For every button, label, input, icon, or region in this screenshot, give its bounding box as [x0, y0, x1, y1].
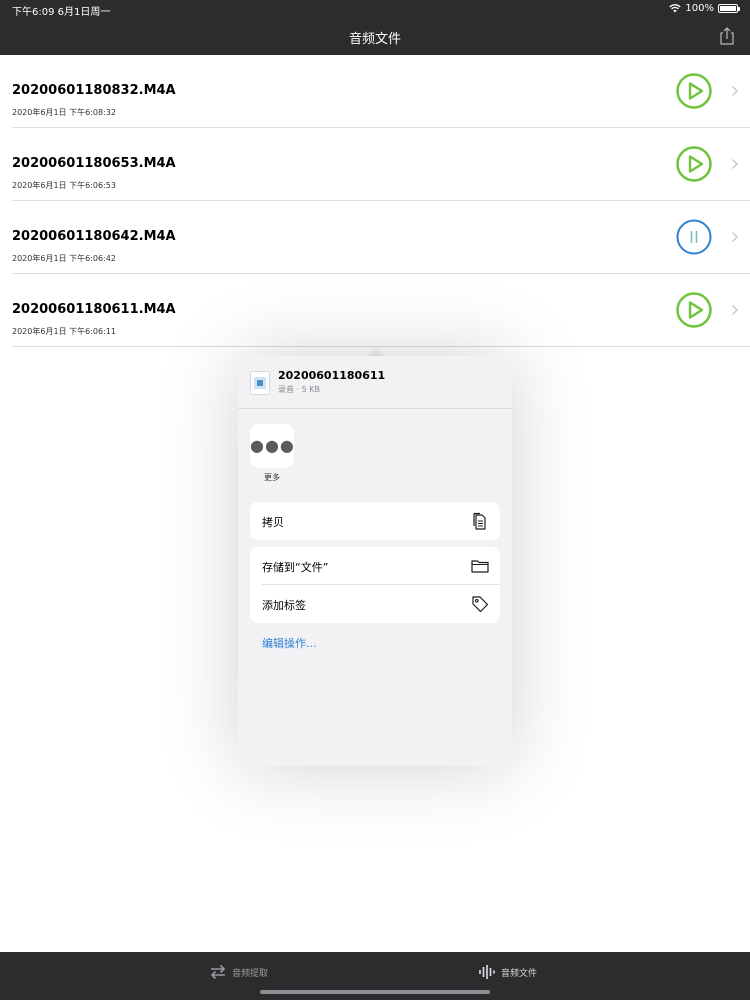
file-row[interactable]: 20200601180653.M4A 2020年6月1日 下午6:06:53: [0, 128, 750, 201]
more-button[interactable]: ●●●: [250, 424, 294, 468]
tab-audio-extract[interactable]: 音频提取: [209, 964, 268, 980]
file-date: 2020年6月1日 下午6:06:11: [12, 327, 116, 336]
pause-icon[interactable]: [676, 219, 712, 255]
home-indicator: [260, 990, 490, 994]
file-name: 20200601180611.M4A: [12, 302, 176, 317]
copy-action[interactable]: 拷贝: [250, 502, 500, 540]
copy-icon: [473, 512, 486, 530]
file-row[interactable]: 20200601180832.M4A 2020年6月1日 下午6:08:32: [0, 55, 750, 128]
more-label: 更多: [264, 473, 280, 482]
share-icon[interactable]: [718, 26, 736, 46]
action-label: 拷贝: [262, 516, 284, 529]
play-icon[interactable]: [676, 146, 712, 182]
shared-file-meta: 录音 · 5 KB: [278, 385, 320, 394]
folder-icon: [471, 560, 489, 573]
file-row[interactable]: 20200601180642.M4A 2020年6月1日 下午6:06:42: [0, 201, 750, 274]
chevron-right-icon: [732, 232, 738, 242]
status-time-date: 下午6:09 6月1日周一: [12, 7, 111, 18]
share-sheet-header: 20200601180611 录音 · 5 KB: [238, 356, 512, 409]
action-label: 存储到“文件”: [262, 561, 329, 574]
audio-file-list: 20200601180832.M4A 2020年6月1日 下午6:08:32 2…: [0, 55, 750, 347]
tab-label: 音频文件: [501, 968, 538, 979]
wifi-icon: [669, 4, 682, 13]
page-title: 音频文件: [348, 32, 401, 47]
chevron-right-icon: [732, 86, 738, 96]
more-icon: ●●●: [250, 436, 295, 455]
save-to-files-action[interactable]: 存储到“文件”: [250, 547, 500, 585]
audio-file-icon: [250, 371, 270, 395]
file-date: 2020年6月1日 下午6:06:42: [12, 254, 116, 263]
arrows-swap-icon: [210, 964, 226, 980]
play-icon[interactable]: [676, 73, 712, 109]
tag-icon: [472, 596, 489, 613]
file-date: 2020年6月1日 下午6:08:32: [12, 108, 116, 117]
action-group-copy: 拷贝: [250, 502, 500, 540]
play-icon[interactable]: [676, 292, 712, 328]
shared-file-name: 20200601180611: [278, 369, 386, 382]
action-group-files: 存储到“文件” 添加标签: [250, 547, 500, 623]
tab-audio-files[interactable]: 音频文件: [478, 964, 537, 980]
file-name: 20200601180832.M4A: [12, 83, 176, 98]
add-tag-action[interactable]: 添加标签: [250, 585, 500, 623]
status-right: 100%: [669, 3, 740, 14]
chevron-right-icon: [732, 305, 738, 315]
battery-percent: 100%: [685, 3, 714, 14]
battery-icon: [718, 4, 740, 13]
file-name: 20200601180653.M4A: [12, 156, 176, 171]
file-date: 2020年6月1日 下午6:06:53: [12, 181, 116, 190]
share-sheet: 20200601180611 录音 · 5 KB ●●● 更多 拷贝 存储到“文…: [238, 356, 512, 766]
action-label: 添加标签: [262, 599, 306, 612]
file-name: 20200601180642.M4A: [12, 229, 176, 244]
waveform-icon: [479, 965, 495, 979]
tab-label: 音频提取: [232, 968, 269, 979]
chevron-right-icon: [732, 159, 738, 169]
edit-actions-link[interactable]: 编辑操作...: [262, 635, 317, 651]
top-bar: 下午6:09 6月1日周一 100% 音频文件: [0, 0, 750, 55]
file-row[interactable]: 20200601180611.M4A 2020年6月1日 下午6:06:11: [0, 274, 750, 347]
